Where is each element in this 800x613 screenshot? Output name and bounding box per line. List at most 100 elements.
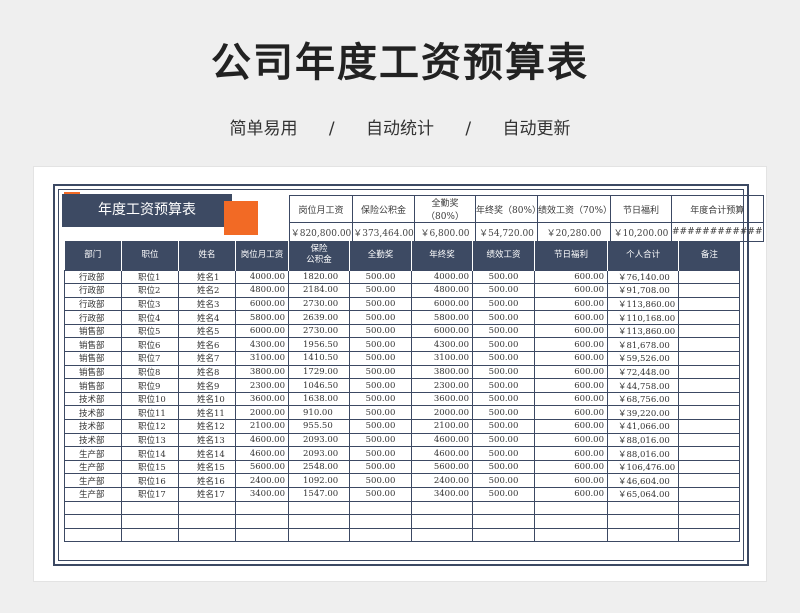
table-cell[interactable]: 500.00 [349,391,412,407]
table-cell[interactable] [349,527,412,543]
table-cell[interactable] [678,514,741,529]
table-cell[interactable]: 4000.00 [411,269,473,285]
table-cell[interactable]: 职位6 [121,337,179,353]
table-cell[interactable]: 技术部 [64,405,122,421]
table-cell[interactable] [121,500,179,516]
table-cell[interactable]: ￥65,064.00 [606,487,680,502]
table-cell[interactable]: 1820.00 [288,269,350,285]
table-cell[interactable]: 500.00 [472,378,535,393]
table-cell[interactable] [178,514,236,529]
table-cell[interactable]: 职位5 [121,323,179,339]
table-cell[interactable] [178,527,236,543]
table-cell[interactable]: 2093.00 [288,432,350,448]
table-cell[interactable]: 600.00 [534,310,608,325]
table-cell[interactable]: 2639.00 [288,310,350,325]
table-cell[interactable] [64,527,122,543]
table-cell[interactable] [678,419,741,434]
table-cell[interactable]: 技术部 [64,391,122,407]
table-cell[interactable]: 生产部 [64,487,122,502]
table-cell[interactable]: 生产部 [64,473,122,488]
table-cell[interactable]: 销售部 [64,378,122,393]
table-cell[interactable]: 行政部 [64,283,122,298]
table-cell[interactable]: 600.00 [534,323,608,339]
table-cell[interactable]: 3600.00 [235,391,289,407]
table-cell[interactable]: 600.00 [534,446,608,461]
table-cell[interactable]: 1092.00 [288,473,350,488]
table-cell[interactable]: 2000.00 [235,405,289,421]
table-cell[interactable]: 姓名8 [178,364,236,380]
table-cell[interactable]: 3600.00 [411,391,473,407]
table-cell[interactable] [235,514,289,529]
table-cell[interactable]: 500.00 [349,323,412,339]
table-cell[interactable] [534,527,608,543]
table-cell[interactable]: 5600.00 [411,459,473,475]
table-cell[interactable]: 姓名13 [178,432,236,448]
table-cell[interactable] [349,514,412,529]
table-cell[interactable] [64,514,122,529]
table-cell[interactable]: 500.00 [349,283,412,298]
table-cell[interactable]: 955.50 [288,419,350,434]
table-cell[interactable]: 600.00 [534,391,608,407]
table-cell[interactable]: ￥68,756.00 [606,391,680,407]
table-cell[interactable]: 姓名11 [178,405,236,421]
table-cell[interactable]: 职位7 [121,351,179,366]
table-cell[interactable] [472,514,535,529]
table-cell[interactable]: 行政部 [64,310,122,325]
table-cell[interactable]: ￥91,708.00 [606,283,680,298]
table-cell[interactable]: 职位17 [121,487,179,502]
table-cell[interactable]: 职位9 [121,378,179,393]
table-cell[interactable]: 4300.00 [411,337,473,353]
table-cell[interactable] [534,514,608,529]
table-cell[interactable]: 4600.00 [235,432,289,448]
table-cell[interactable] [678,364,741,380]
table-cell[interactable]: 职位16 [121,473,179,488]
table-cell[interactable]: 职位2 [121,283,179,298]
table-cell[interactable]: 6000.00 [235,296,289,312]
table-cell[interactable]: 500.00 [472,487,535,502]
table-cell[interactable]: 3100.00 [235,351,289,366]
table-cell[interactable]: 职位3 [121,296,179,312]
table-cell[interactable] [678,283,741,298]
table-cell[interactable]: 销售部 [64,351,122,366]
table-cell[interactable]: 姓名9 [178,378,236,393]
table-cell[interactable]: 6000.00 [235,323,289,339]
table-cell[interactable] [678,337,741,353]
table-cell[interactable] [678,269,741,285]
table-cell[interactable]: 500.00 [349,487,412,502]
table-cell[interactable]: 500.00 [472,351,535,366]
table-cell[interactable] [606,527,680,543]
table-cell[interactable]: 4800.00 [411,283,473,298]
table-cell[interactable]: 500.00 [472,419,535,434]
table-cell[interactable]: 2730.00 [288,296,350,312]
table-cell[interactable]: 500.00 [349,337,412,353]
table-cell[interactable]: ￥72,448.00 [606,364,680,380]
table-cell[interactable]: 姓名1 [178,269,236,285]
table-cell[interactable]: 1956.50 [288,337,350,353]
summary-value-cell[interactable]: ￥20,280.00 [537,222,611,242]
table-cell[interactable]: 600.00 [534,296,608,312]
table-cell[interactable]: 500.00 [349,405,412,421]
summary-value-cell[interactable]: ￥820,800.00 [289,222,353,242]
table-cell[interactable]: 3400.00 [411,487,473,502]
table-cell[interactable]: 2400.00 [235,473,289,488]
table-cell[interactable]: 1729.00 [288,364,350,380]
table-cell[interactable]: ￥110,168.00 [606,310,680,325]
table-cell[interactable]: 600.00 [534,405,608,421]
table-cell[interactable]: 600.00 [534,459,608,475]
table-cell[interactable]: 姓名10 [178,391,236,407]
table-cell[interactable]: 500.00 [349,351,412,366]
table-cell[interactable]: 姓名2 [178,283,236,298]
table-cell[interactable] [235,500,289,516]
table-cell[interactable] [606,500,680,516]
table-cell[interactable]: 销售部 [64,364,122,380]
table-cell[interactable] [288,514,350,529]
table-cell[interactable]: ￥106,476.00 [606,459,680,475]
table-cell[interactable] [678,323,741,339]
table-cell[interactable]: 500.00 [349,459,412,475]
table-cell[interactable]: 1547.00 [288,487,350,502]
table-cell[interactable]: 600.00 [534,487,608,502]
table-cell[interactable] [678,296,741,312]
table-cell[interactable]: 2093.00 [288,446,350,461]
table-cell[interactable]: 500.00 [349,269,412,285]
table-cell[interactable]: 销售部 [64,323,122,339]
